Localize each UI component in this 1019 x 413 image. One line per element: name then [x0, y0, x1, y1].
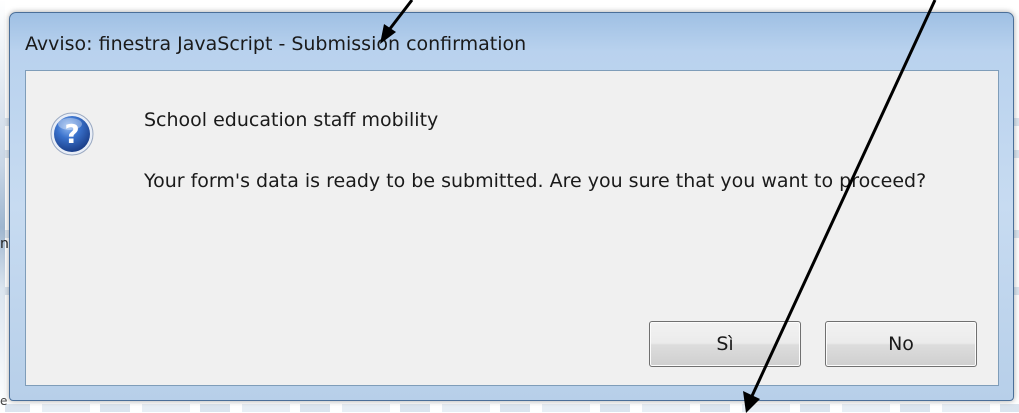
dialog-title: Avviso: finestra JavaScript - Submission… [25, 33, 527, 55]
background-window-edge [0, 0, 5, 413]
background-edge-text: n [0, 236, 9, 252]
confirm-dialog: Avviso: finestra JavaScript - Submission… [9, 12, 1014, 401]
question-icon: ? [50, 112, 94, 156]
yes-button[interactable]: Sì [649, 321, 801, 367]
screenshot-stage: n e Avviso: finestra JavaScript - Submis… [0, 0, 1019, 413]
background-edge-text: e [0, 394, 8, 408]
no-button[interactable]: No [825, 321, 977, 367]
message-body: Your form's data is ready to be submitte… [144, 170, 927, 192]
message-title: School education staff mobility [144, 109, 439, 131]
svg-text:?: ? [64, 120, 79, 150]
background-stripe [0, 404, 1019, 412]
dialog-client-area: ? School education staff mobility Your f… [25, 70, 999, 386]
dialog-titlebar[interactable]: Avviso: finestra JavaScript - Submission… [10, 13, 1013, 70]
